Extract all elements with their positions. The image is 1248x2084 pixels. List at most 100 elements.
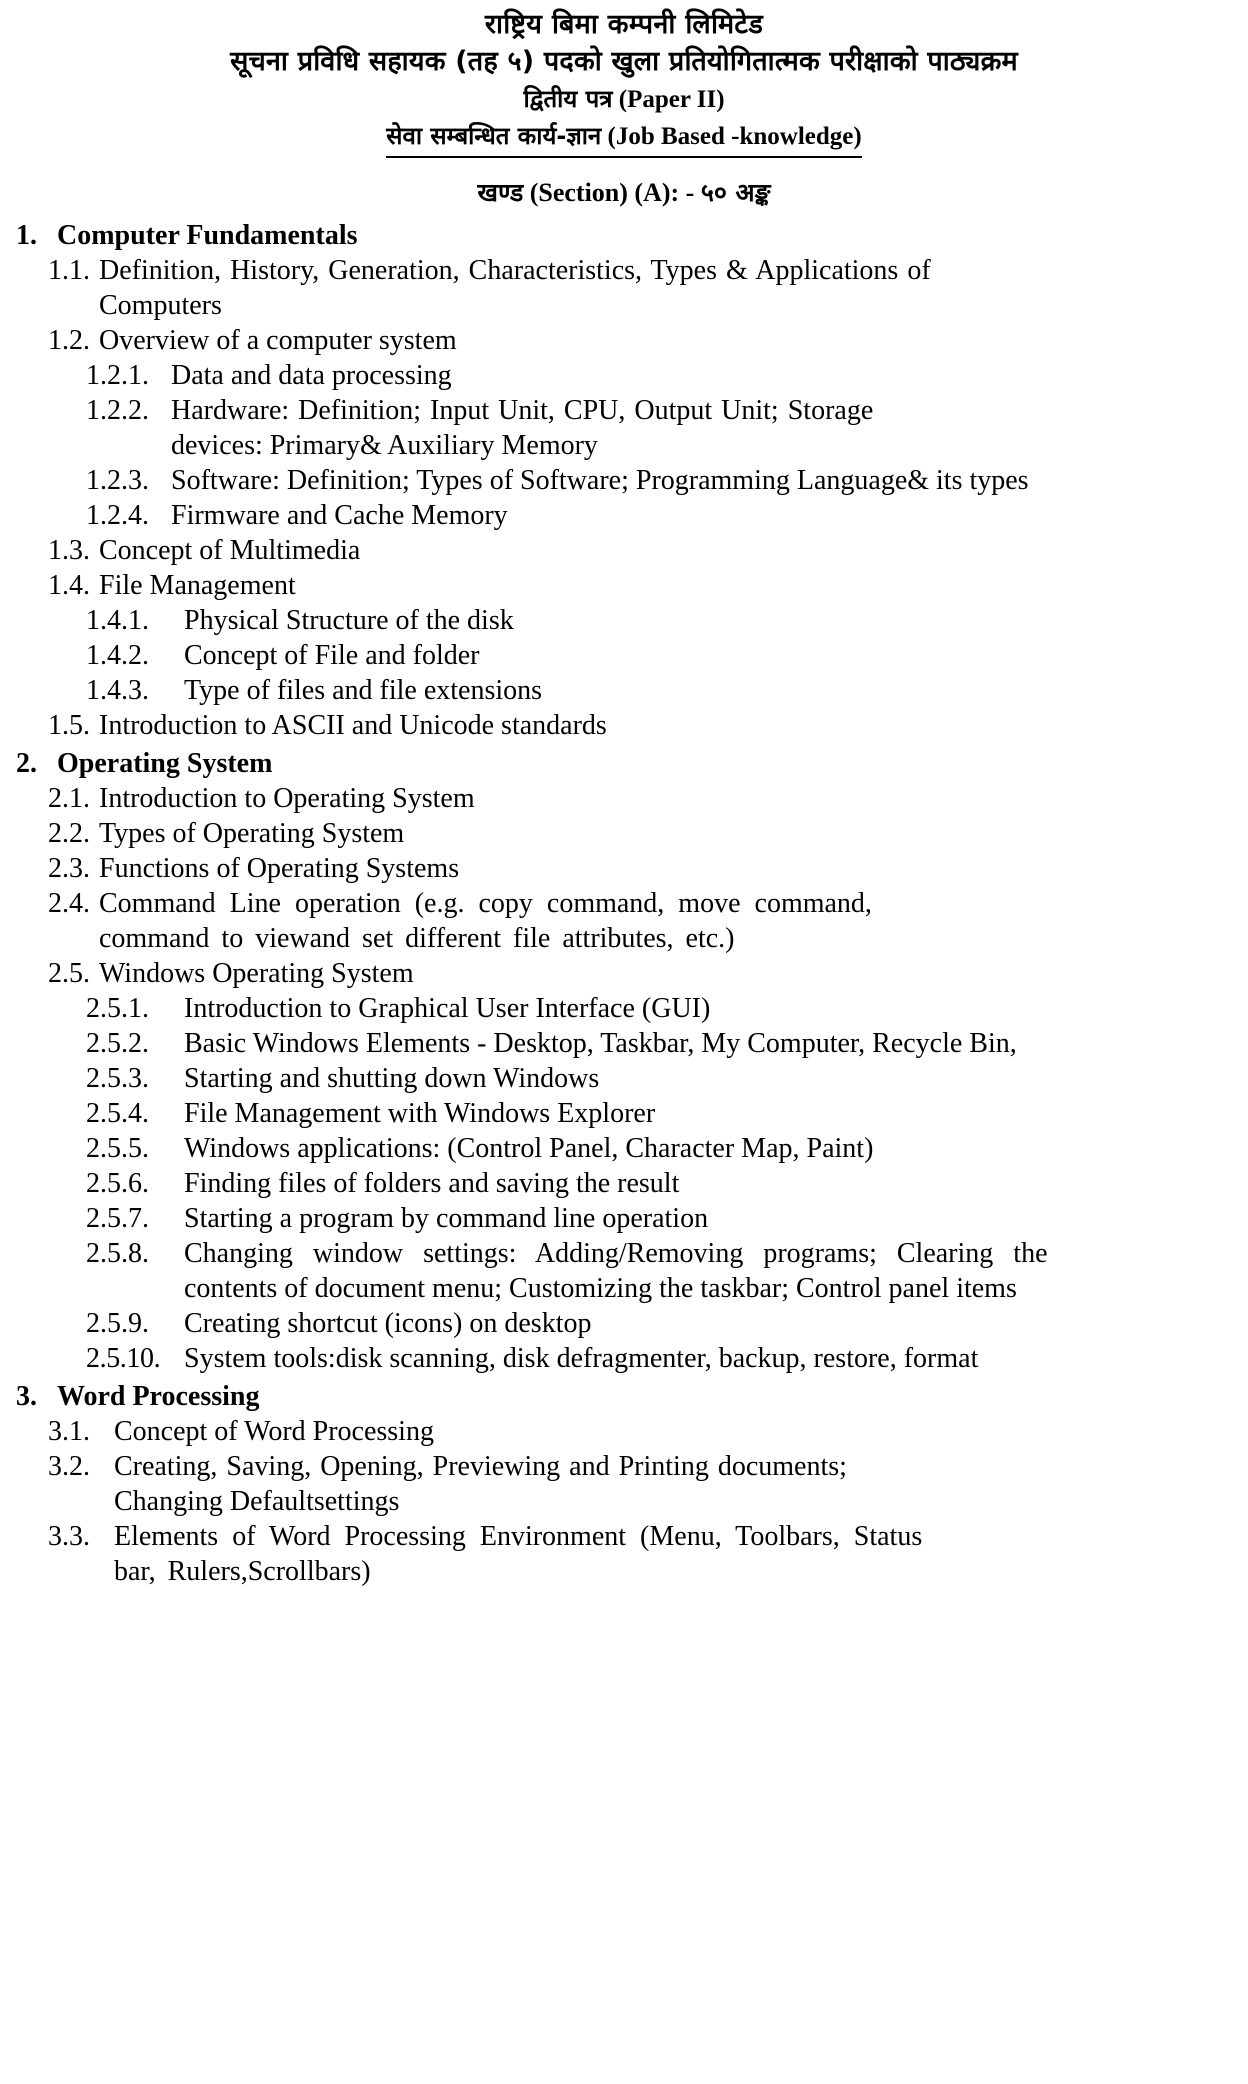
outline-item-2-2: 2.2. Types of Operating System: [0, 816, 1234, 851]
item-text: File Management with Windows Explorer: [184, 1098, 656, 1129]
outline-item-1-2-3: 1.2.3. Software: Definition; Types of So…: [0, 463, 1234, 498]
outline-item-2-1: 2.1. Introduction to Operating System: [0, 781, 1234, 816]
section-khanda-label: खण्ड: [477, 178, 524, 207]
item-text: Starting and shutting down Windows: [184, 1063, 600, 1094]
outline-item-3: 3. Word Processing: [0, 1379, 1234, 1414]
item-number: 1.2.3.: [86, 465, 149, 496]
paper-line: द्वितीय पत्र (Paper II): [0, 81, 1248, 118]
item-number: 1.: [16, 220, 37, 251]
item-line-1: Hardware: Definition; Input Unit, CPU, O…: [171, 395, 874, 426]
item-text: Basic Windows Elements - Desktop, Taskba…: [184, 1028, 1017, 1059]
item-text: Functions of Operating Systems: [99, 853, 460, 884]
organization-name: राष्ट्रिय बिमा कम्पनी लिमिटेड: [484, 9, 764, 40]
outline-item-1-5: 1.5. Introduction to ASCII and Unicode s…: [0, 708, 1234, 743]
section-marks: ५० अङ्क: [700, 178, 771, 207]
item-text: Starting a program by command line opera…: [184, 1203, 709, 1234]
outline-item-1-4-3: 1.4.3. Type of files and file extensions: [0, 673, 1234, 708]
item-line-2: contents of document menu; Customizing t…: [184, 1273, 1017, 1304]
item-number: 1.4.: [48, 570, 90, 601]
outline-item-1-3: 1.3. Concept of Multimedia: [0, 533, 1234, 568]
outline-item-1-4-1: 1.4.1. Physical Structure of the disk: [0, 603, 1234, 638]
item-text: Changing window settings: Adding/Removin…: [184, 1236, 1234, 1306]
outline-item-2-5-6: 2.5.6. Finding files of folders and savi…: [0, 1166, 1234, 1201]
outline-item-3-1: 3.1. Concept of Word Processing: [0, 1414, 1234, 1449]
item-text: Physical Structure of the disk: [184, 605, 514, 636]
item-text: Windows applications: (Control Panel, Ch…: [184, 1133, 874, 1164]
item-text: Hardware: Definition; Input Unit, CPU, O…: [171, 393, 1234, 463]
subject-label-en: (Job Based -knowledge): [607, 123, 862, 150]
item-line-1: Creating, Saving, Opening, Previewing an…: [114, 1451, 847, 1482]
item-number: 2.5.6.: [86, 1168, 149, 1199]
outline-item-1-2-2: 1.2.2. Hardware: Definition; Input Unit,…: [0, 393, 1234, 463]
item-text: Elements of Word Processing Environment …: [114, 1519, 1234, 1589]
item-number: 3.2.: [48, 1451, 90, 1482]
outline-item-3-2: 3.2. Creating, Saving, Opening, Previewi…: [0, 1449, 1234, 1519]
item-text: Creating, Saving, Opening, Previewing an…: [114, 1449, 1234, 1519]
item-number: 1.3.: [48, 535, 90, 566]
item-text: Introduction to Operating System: [99, 783, 475, 814]
outline-item-2-5-1: 2.5.1. Introduction to Graphical User In…: [0, 991, 1234, 1026]
item-line-1: Changing window settings: Adding/Removin…: [184, 1238, 1048, 1269]
item-text: System tools:disk scanning, disk defragm…: [184, 1343, 979, 1374]
document-header: राष्ट्रिय बिमा कम्पनी लिमिटेड सूचना प्रव…: [0, 0, 1248, 210]
item-number: 2.5.9.: [86, 1308, 149, 1339]
outline-item-2-5: 2.5. Windows Operating System: [0, 956, 1234, 991]
outline-item-1-2-1: 1.2.1. Data and data processing: [0, 358, 1234, 393]
item-text: Firmware and Cache Memory: [171, 500, 508, 531]
outline-item-1-4-2: 1.4.2. Concept of File and folder: [0, 638, 1234, 673]
outline-item-2-5-4: 2.5.4. File Management with Windows Expl…: [0, 1096, 1234, 1131]
item-text: Definition, History, Generation, Charact…: [99, 253, 1234, 323]
outline-item-2-5-5: 2.5.5. Windows applications: (Control Pa…: [0, 1131, 1234, 1166]
item-text: Software: Definition; Types of Software;…: [171, 465, 1029, 496]
item-number: 2.5.3.: [86, 1063, 149, 1094]
item-number: 2.1.: [48, 783, 90, 814]
item-number: 2.2.: [48, 818, 90, 849]
outline-item-2-5-2: 2.5.2. Basic Windows Elements - Desktop,…: [0, 1026, 1234, 1061]
item-text: Windows Operating System: [99, 958, 414, 989]
item-number: 2.5.5.: [86, 1133, 149, 1164]
item-line-2: Changing Defaultsettings: [114, 1486, 400, 1517]
item-text: Types of Operating System: [99, 818, 405, 849]
outline-item-1-2: 1.2. Overview of a computer system: [0, 323, 1234, 358]
section-en-label: (Section) (A): -: [529, 178, 695, 207]
outline-item-2-5-10: 2.5.10. System tools:disk scanning, disk…: [0, 1341, 1234, 1376]
item-text: Creating shortcut (icons) on desktop: [184, 1308, 592, 1339]
item-number: 2.5.2.: [86, 1028, 149, 1059]
item-line-2: bar, Rulers,Scrollbars): [114, 1556, 371, 1587]
item-text: Command Line operation (e.g. copy comman…: [99, 886, 1234, 956]
item-text: Type of files and file extensions: [184, 675, 543, 706]
item-number: 2.5.: [48, 958, 90, 989]
item-number: 2.: [16, 748, 37, 779]
item-number: 3.1.: [48, 1416, 90, 1447]
item-number: 1.4.1.: [86, 605, 149, 636]
item-line-2: command to viewand set different file at…: [99, 923, 735, 954]
outline-item-1-4: 1.4. File Management: [0, 568, 1234, 603]
item-text: Computer Fundamentals: [57, 220, 358, 251]
item-text: Concept of Word Processing: [114, 1416, 434, 1447]
item-number: 1.2.2.: [86, 395, 149, 426]
item-number: 2.5.8.: [86, 1238, 149, 1269]
item-number: 1.2.: [48, 325, 90, 356]
item-number: 3.: [16, 1381, 37, 1412]
item-line-2: devices: Primary& Auxiliary Memory: [171, 430, 598, 461]
document-page: राष्ट्रिय बिमा कम्पनी लिमिटेड सूचना प्रव…: [0, 0, 1248, 2084]
item-line-1: Elements of Word Processing Environment …: [114, 1521, 923, 1552]
item-text: Word Processing: [57, 1381, 260, 1412]
outline-item-2-5-3: 2.5.3. Starting and shutting down Window…: [0, 1061, 1234, 1096]
item-line-1: Definition, History, Generation, Charact…: [99, 255, 931, 286]
item-number: 1.1.: [48, 255, 90, 286]
item-number: 2.5.4.: [86, 1098, 149, 1129]
outline-item-1-1: 1.1. Definition, History, Generation, Ch…: [0, 253, 1234, 323]
outline-item-1: 1. Computer Fundamentals: [0, 218, 1234, 253]
item-text: Overview of a computer system: [99, 325, 457, 356]
item-number: 2.5.1.: [86, 993, 149, 1024]
item-text: Data and data processing: [171, 360, 452, 391]
item-number: 1.5.: [48, 710, 90, 741]
item-number: 2.4.: [48, 888, 90, 919]
item-number: 1.4.2.: [86, 640, 149, 671]
outline-item-2-5-9: 2.5.9. Creating shortcut (icons) on desk…: [0, 1306, 1234, 1341]
subject-underlined: सेवा सम्बन्धित कार्य-ज्ञान (Job Based -k…: [386, 118, 862, 158]
item-line-1: Command Line operation (e.g. copy comman…: [99, 888, 872, 919]
outline-item-3-3: 3.3. Elements of Word Processing Environ…: [0, 1519, 1234, 1589]
item-text: Introduction to Graphical User Interface…: [184, 993, 711, 1024]
